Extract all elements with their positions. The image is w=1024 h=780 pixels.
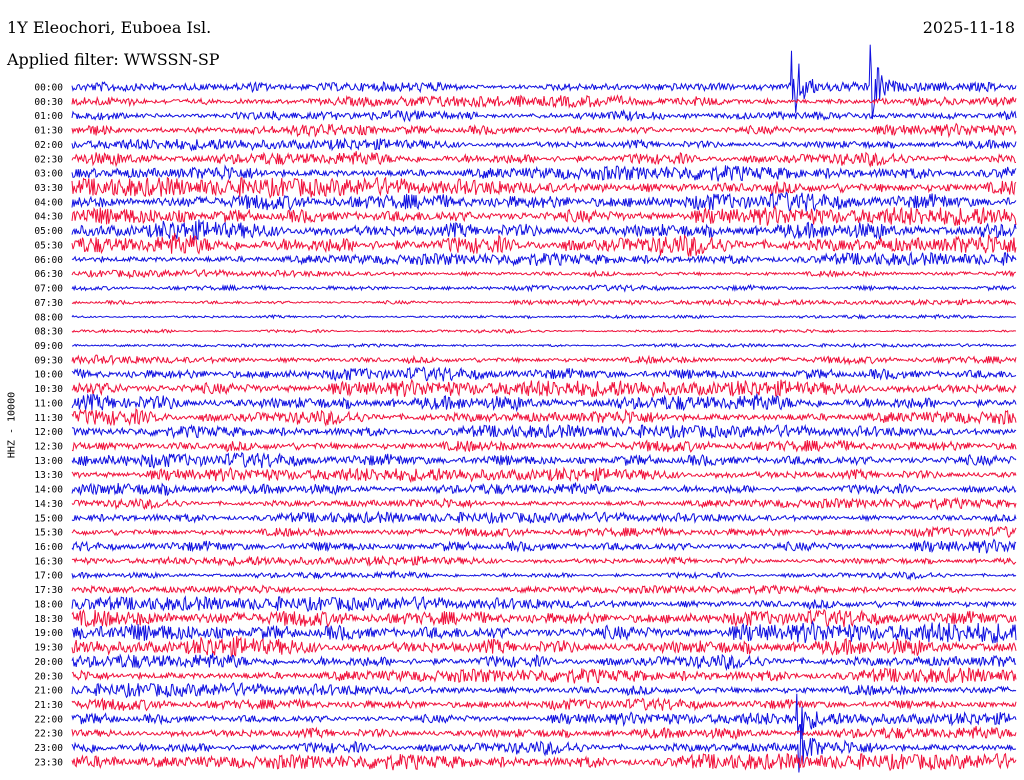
trace-row-1700 [71, 569, 1017, 581]
row-label-1830: 18:30 [34, 614, 63, 625]
row-label-2130: 21:30 [34, 700, 63, 711]
row-label-2200: 22:00 [34, 714, 63, 725]
row-label-0230: 02:30 [34, 154, 63, 165]
trace-row-2330 [71, 752, 1017, 772]
trace-row-0730 [71, 297, 1017, 307]
trace-row-0230 [71, 151, 1017, 168]
trace-row-1200 [71, 423, 1017, 440]
trace-row-1100 [71, 393, 1017, 413]
row-label-1330: 13:30 [34, 470, 63, 481]
trace-row-0500 [71, 219, 1017, 241]
trace-row-1530 [71, 525, 1017, 539]
trace-row-1600 [71, 538, 1017, 554]
helicorder-plot: 00:00 00:30 01:00 01:30 02:00 02:30 03:00 03:30… [34, 44, 1017, 773]
trace-row-0000 [71, 44, 1017, 120]
row-label-0530: 05:30 [34, 240, 63, 251]
row-label-1130: 11:30 [34, 413, 63, 424]
time-tick-labels: 00:00 00:30 01:00 01:30 02:00 02:30 03:00 03:30… [34, 83, 63, 769]
row-label-0100: 01:00 [34, 111, 63, 122]
row-label-1800: 18:00 [34, 599, 63, 610]
row-label-0800: 08:00 [34, 312, 63, 323]
trace-row-0430 [71, 205, 1017, 226]
trace-row-1300 [71, 451, 1017, 469]
row-label-0030: 00:30 [34, 97, 63, 108]
row-label-2330: 23:30 [34, 757, 63, 768]
trace-group [71, 44, 1017, 773]
row-label-2000: 20:00 [34, 657, 63, 668]
row-label-0200: 02:00 [34, 140, 63, 151]
row-label-0500: 05:00 [34, 226, 63, 237]
row-label-0600: 06:00 [34, 255, 63, 266]
trace-row-2100 [71, 682, 1017, 699]
trace-row-1400 [71, 482, 1017, 497]
row-label-1100: 11:00 [34, 398, 63, 409]
row-label-2300: 23:00 [34, 743, 63, 754]
trace-row-1130 [71, 407, 1017, 427]
trace-row-0900 [71, 342, 1017, 349]
trace-row-0300 [71, 164, 1017, 182]
trace-row-1230 [71, 439, 1017, 453]
trace-row-0400 [71, 191, 1017, 212]
trace-row-1030 [71, 378, 1017, 399]
trace-row-1430 [71, 496, 1017, 511]
row-label-0330: 03:30 [34, 183, 63, 194]
row-label-1630: 16:30 [34, 556, 63, 567]
trace-row-0700 [71, 283, 1017, 293]
trace-row-1900 [71, 620, 1017, 644]
row-label-2030: 20:30 [34, 671, 63, 682]
trace-row-1730 [71, 584, 1017, 596]
row-label-1700: 17:00 [34, 571, 63, 582]
trace-row-0830 [71, 328, 1017, 335]
trace-row-1630 [71, 555, 1017, 567]
trace-row-2230 [71, 725, 1017, 741]
row-label-1400: 14:00 [34, 485, 63, 496]
row-label-0630: 06:30 [34, 269, 63, 280]
trace-row-1500 [71, 510, 1017, 525]
trace-row-0130 [71, 122, 1017, 139]
trace-row-0200 [71, 137, 1017, 152]
row-label-0730: 07:30 [34, 298, 63, 309]
row-label-0000: 00:00 [34, 83, 63, 94]
trace-row-1330 [71, 466, 1017, 484]
trace-row-0800 [71, 313, 1017, 320]
row-label-1030: 10:30 [34, 384, 63, 395]
trace-row-0600 [71, 251, 1017, 267]
trace-row-0100 [71, 108, 1017, 123]
row-label-1530: 15:30 [34, 528, 63, 539]
row-label-0830: 08:30 [34, 327, 63, 338]
trace-row-2300 [71, 724, 1017, 773]
row-label-1300: 13:00 [34, 456, 63, 467]
trace-row-0930 [71, 354, 1017, 366]
row-label-0930: 09:30 [34, 355, 63, 366]
row-label-1000: 10:00 [34, 370, 63, 381]
row-label-1600: 16:00 [34, 542, 63, 553]
row-label-0900: 09:00 [34, 341, 63, 352]
trace-row-2200 [71, 693, 1017, 740]
trace-row-1000 [71, 366, 1017, 382]
row-label-1230: 12:30 [34, 442, 63, 453]
row-label-2230: 22:30 [34, 729, 63, 740]
row-label-1930: 19:30 [34, 643, 63, 654]
trace-row-2130 [71, 696, 1017, 712]
trace-row-2000 [71, 653, 1017, 672]
trace-row-2030 [71, 666, 1017, 684]
row-label-1200: 12:00 [34, 427, 63, 438]
row-label-2100: 21:00 [34, 686, 63, 697]
trace-row-1800 [71, 595, 1017, 613]
trace-row-0630 [71, 268, 1017, 280]
row-label-1730: 17:30 [34, 585, 63, 596]
row-label-0400: 04:00 [34, 197, 63, 208]
row-label-1900: 19:00 [34, 628, 63, 639]
row-label-0300: 03:00 [34, 169, 63, 180]
row-label-1430: 14:30 [34, 499, 63, 510]
row-label-1500: 15:00 [34, 513, 63, 524]
trace-row-0330 [71, 176, 1017, 199]
row-label-0430: 04:30 [34, 212, 63, 223]
row-label-0130: 01:30 [34, 126, 63, 137]
trace-row-1830 [71, 608, 1017, 628]
row-label-0700: 07:00 [34, 284, 63, 295]
